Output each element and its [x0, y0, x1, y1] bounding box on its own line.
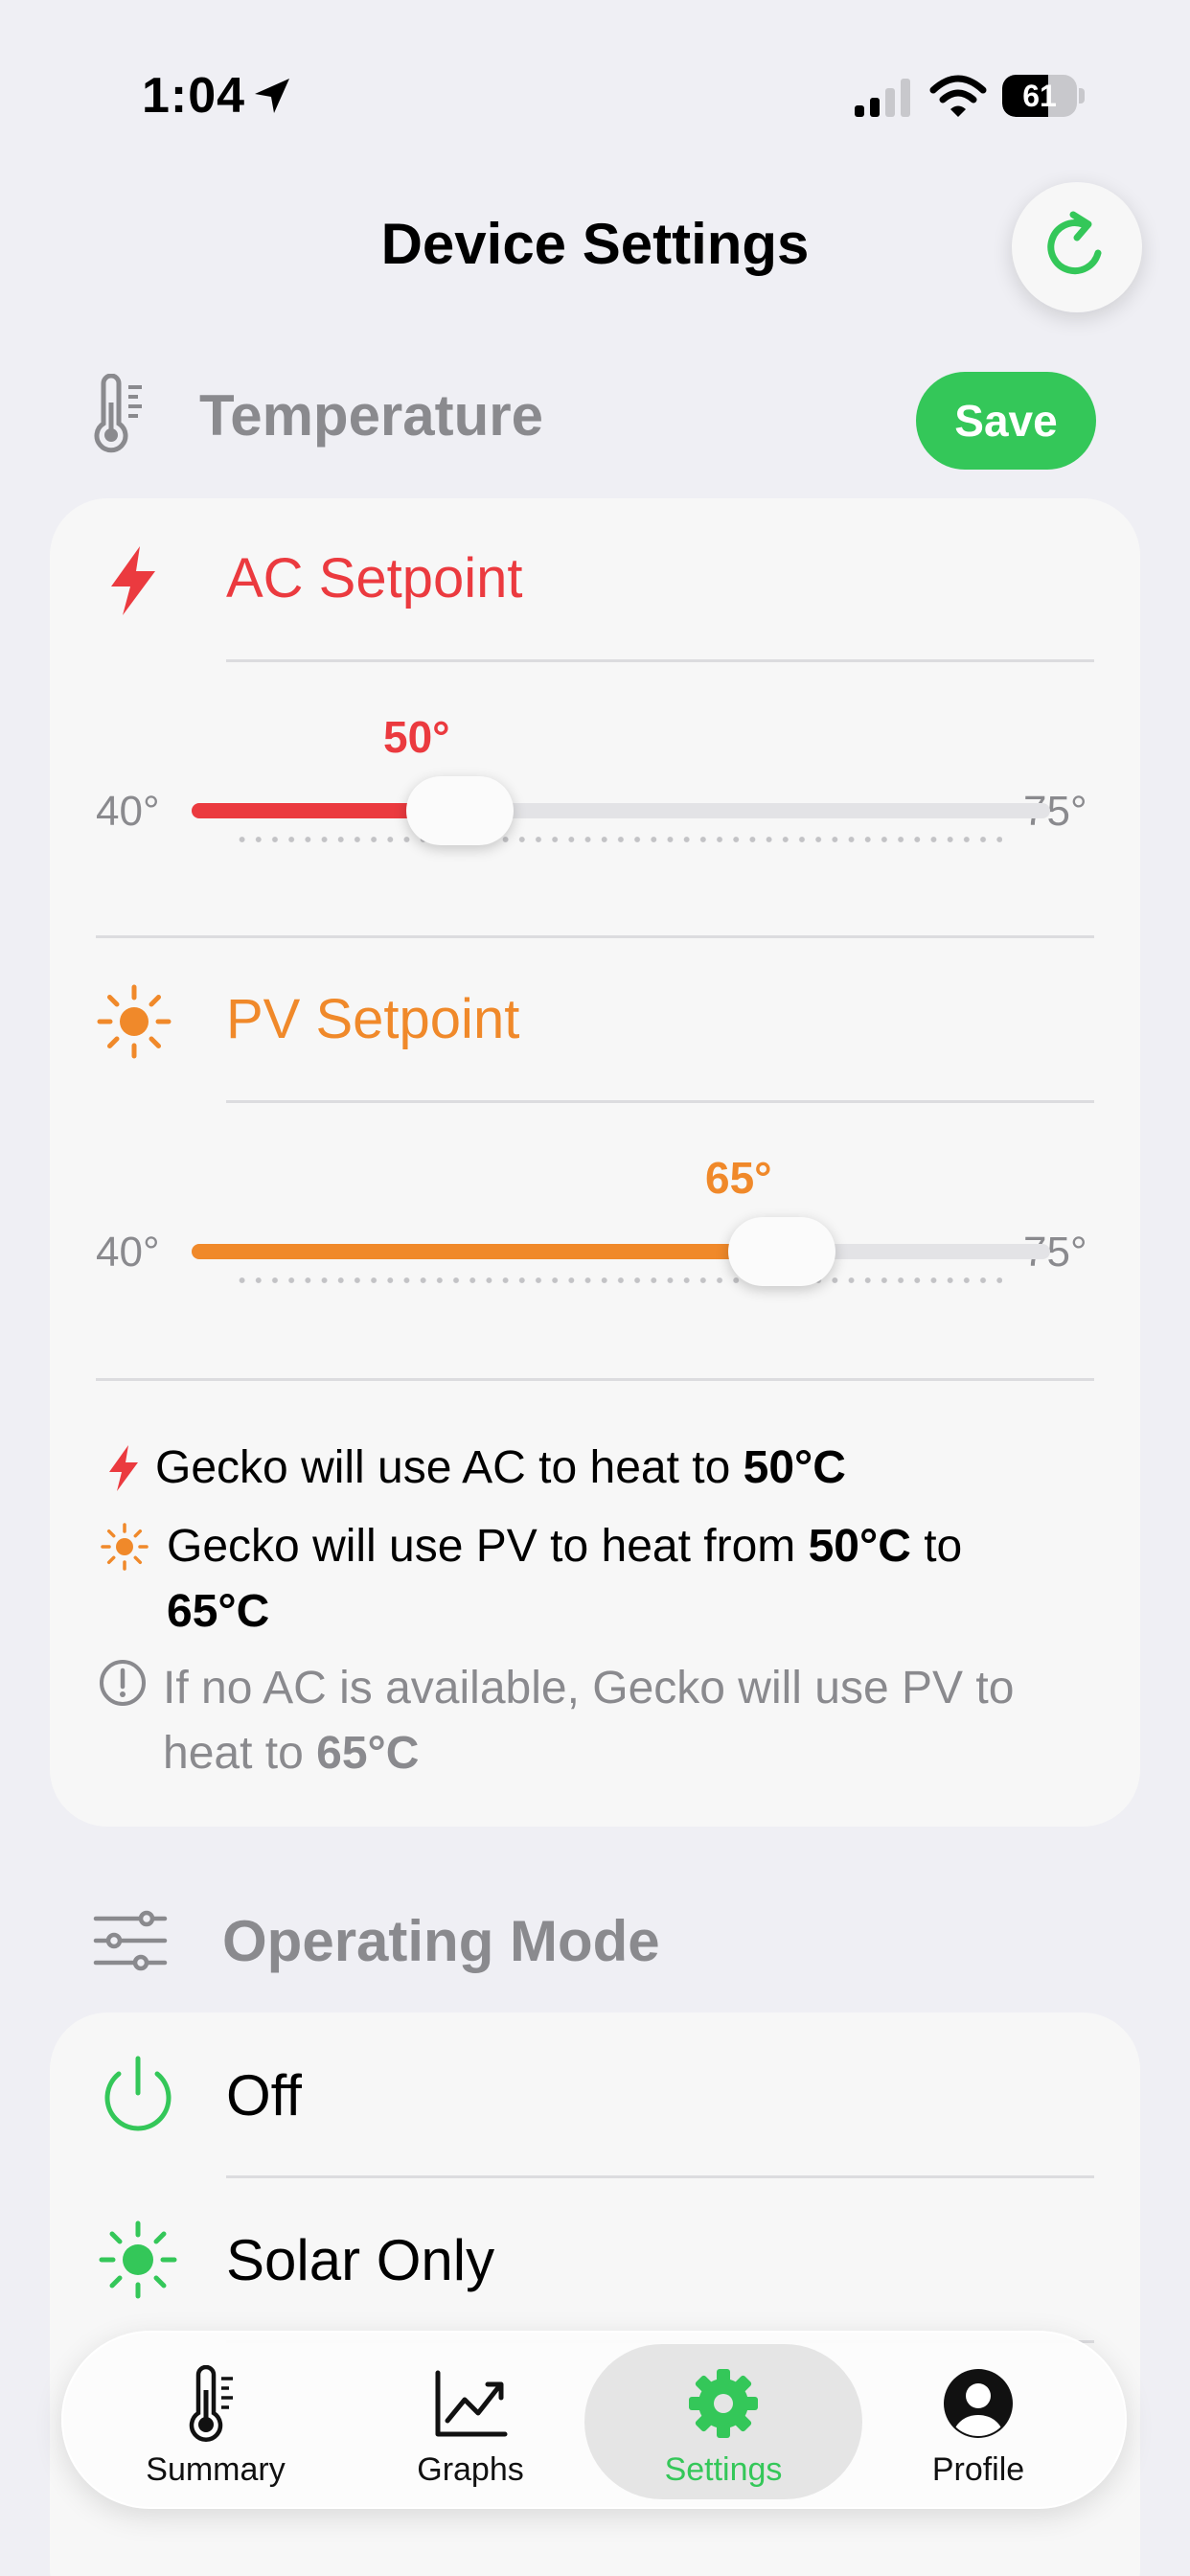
- wifi-icon: [929, 75, 987, 117]
- exclamation-circle-icon: [100, 1660, 146, 1706]
- sun-icon: [101, 1523, 149, 1571]
- slider-thumb[interactable]: [728, 1217, 835, 1286]
- bolt-icon: [109, 1445, 138, 1491]
- tab-summary[interactable]: Summary: [77, 2344, 355, 2499]
- refresh-icon: [1047, 211, 1102, 275]
- temperature-card: AC Setpoint 50° 40° 75° PV Setpoint 65° …: [50, 498, 1140, 1827]
- battery-level: 61: [1022, 78, 1057, 113]
- sun-icon: [99, 2220, 177, 2299]
- info-pv-text: Gecko will use PV to heat from: [167, 1521, 809, 1572]
- slider-tick-marks: [234, 836, 1002, 843]
- info-note-line: If no AC is available, Gecko will use PV…: [163, 1656, 1111, 1786]
- person-icon: [944, 2369, 1013, 2438]
- save-button[interactable]: Save: [916, 372, 1096, 470]
- thermometer-icon: [189, 2365, 233, 2442]
- thermometer-icon: [94, 374, 142, 453]
- divider: [226, 659, 1094, 662]
- ac-slider-min-label: 40°: [96, 788, 160, 835]
- slider-tick-marks: [234, 1276, 1002, 1284]
- info-ac-value: 50°C: [743, 1442, 846, 1493]
- pv-slider-min-label: 40°: [96, 1229, 160, 1276]
- info-pv-from: 50°C: [808, 1521, 911, 1572]
- battery-icon: 61: [1002, 75, 1085, 117]
- info-note-value: 65°C: [316, 1728, 420, 1779]
- status-time: 1:04: [142, 68, 246, 124]
- info-pv-to: 65°C: [167, 1586, 270, 1637]
- info-note-text: If no AC is available, Gecko will use PV…: [163, 1663, 1015, 1714]
- slider-fill: [192, 1244, 782, 1259]
- mode-option-solar-only[interactable]: Solar Only: [50, 2177, 1140, 2340]
- operating-mode-section-header: Operating Mode: [92, 1907, 660, 1974]
- divider: [96, 1378, 1094, 1381]
- tab-label: Graphs: [417, 2451, 524, 2488]
- slider-thumb[interactable]: [406, 776, 514, 845]
- info-note-text-2: heat to: [163, 1728, 317, 1779]
- info-ac-text: Gecko will use AC to heat to: [155, 1442, 744, 1493]
- power-icon: [104, 2056, 172, 2131]
- tab-label: Settings: [664, 2451, 783, 2488]
- status-bar: 1:04 61: [0, 0, 1190, 192]
- mode-option-label: Solar Only: [226, 2228, 495, 2292]
- sun-icon: [97, 984, 172, 1059]
- tab-graphs[interactable]: Graphs: [332, 2344, 609, 2499]
- tab-settings[interactable]: Settings: [584, 2344, 862, 2499]
- tab-bar: Summary Graphs Settings Profile: [61, 2331, 1127, 2509]
- pv-setpoint-slider[interactable]: [192, 1213, 1050, 1290]
- ac-setpoint-value: 50°: [383, 712, 450, 762]
- divider: [226, 1100, 1094, 1103]
- sliders-icon: [93, 1910, 168, 1971]
- pv-setpoint-title: PV Setpoint: [226, 988, 520, 1050]
- divider: [96, 935, 1094, 938]
- ac-setpoint-slider[interactable]: [192, 772, 1050, 849]
- temperature-section-title: Temperature: [199, 382, 544, 448]
- ac-setpoint-title: AC Setpoint: [226, 547, 523, 610]
- temperature-section-header: Temperature: [92, 374, 543, 456]
- mode-option-off[interactable]: Off: [50, 2012, 1140, 2175]
- pv-setpoint-value: 65°: [705, 1153, 772, 1203]
- gear-icon: [689, 2369, 758, 2438]
- cellular-signal-icon: [855, 79, 910, 117]
- info-ac-line: Gecko will use AC to heat to 50°C: [155, 1436, 846, 1501]
- mode-option-label: Off: [226, 2063, 302, 2128]
- operating-mode-section-title: Operating Mode: [222, 1908, 660, 1973]
- chart-icon: [435, 2370, 508, 2437]
- refresh-button[interactable]: [1012, 182, 1142, 312]
- info-pv-mid: to: [910, 1521, 963, 1572]
- bolt-icon: [111, 546, 155, 615]
- tab-label: Profile: [931, 2451, 1025, 2488]
- tab-label: Summary: [146, 2451, 286, 2488]
- info-pv-line: Gecko will use PV to heat from 50°C to 65…: [167, 1514, 1106, 1644]
- tab-profile[interactable]: Profile: [839, 2344, 1117, 2499]
- location-arrow-icon: [255, 79, 289, 113]
